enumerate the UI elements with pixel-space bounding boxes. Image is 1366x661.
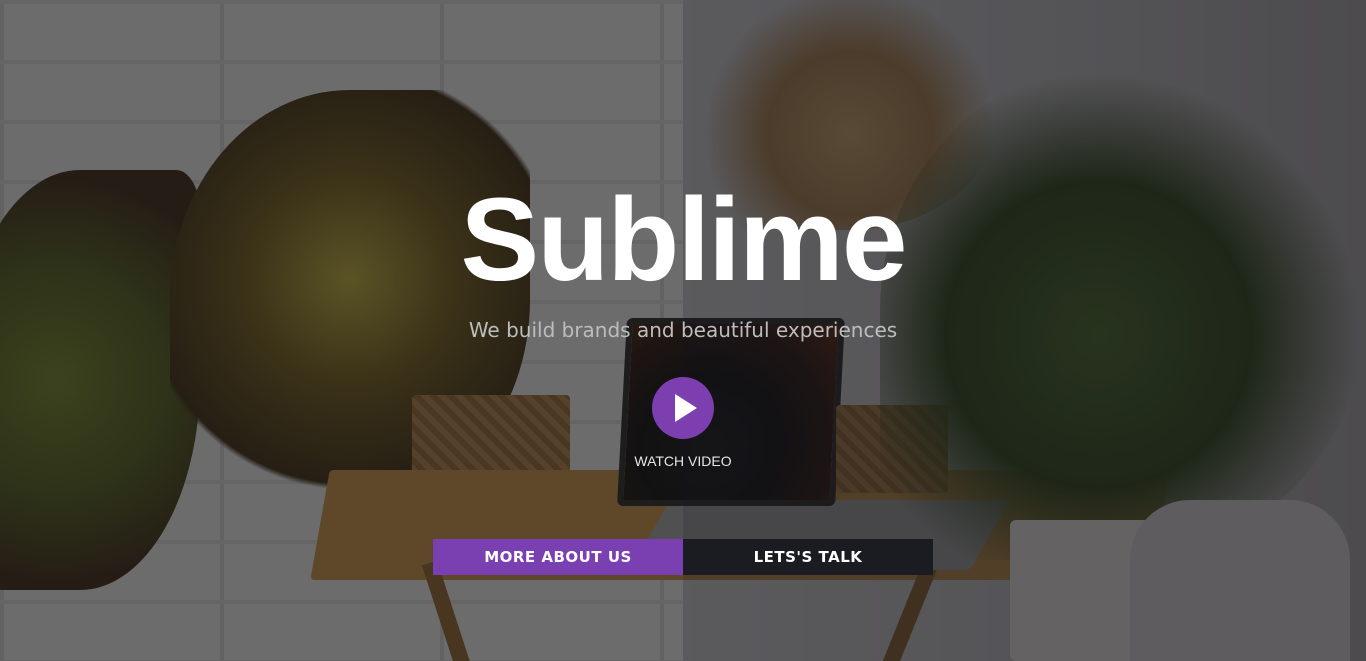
hero-section: Sublime We build brands and beautiful ex… [0,0,1366,661]
play-icon [674,394,697,422]
hero-subtitle: We build brands and beautiful experience… [468,318,898,342]
hero-content: Sublime We build brands and beautiful ex… [0,0,1366,661]
lets-talk-button[interactable]: LETS'S TALK [683,539,933,575]
play-video-button[interactable] [652,377,714,439]
hero-title: Sublime [460,174,908,306]
watch-video-label[interactable]: WATCH VIDEO [0,452,1366,470]
more-about-us-button[interactable]: MORE ABOUT US [433,539,683,575]
